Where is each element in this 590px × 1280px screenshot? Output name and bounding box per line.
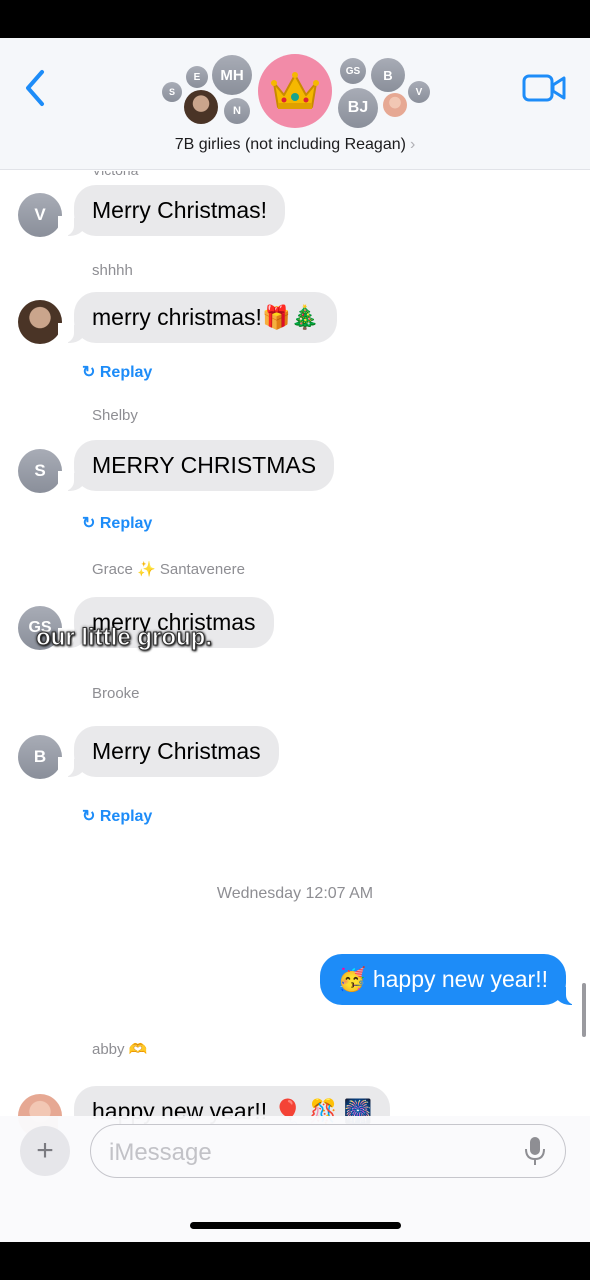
avatar-v: V [18, 193, 62, 237]
sender-name: abby 🫶 [92, 1041, 148, 1058]
member-avatar-e: E [186, 66, 208, 88]
chevron-left-icon[interactable] [20, 68, 50, 108]
message-text: 🥳 happy new year!! [337, 966, 548, 992]
timestamp: Wednesday 12:07 AM [216, 885, 374, 902]
replay-button[interactable]: ↻ Replay [82, 513, 152, 533]
chevron-right-icon: › [409, 136, 416, 153]
sender-name: shhhh [92, 262, 133, 279]
message-input-placeholder: iMessage [109, 1139, 212, 1166]
member-avatar-n: N [224, 98, 250, 124]
sender-name: Shelby [92, 407, 138, 424]
member-avatar-v: V [408, 81, 430, 103]
member-avatar-photo-2 [383, 93, 407, 117]
video-caption-overlay: our little group. [36, 624, 213, 652]
plus-button[interactable]: + [20, 1126, 70, 1176]
message-text: merry christmas!🎁🎄 [92, 304, 320, 330]
messages-screen: S E MH N GS B BJ V 7B girlies (not inclu… [0, 38, 590, 1242]
avatar-s: S [18, 449, 62, 493]
member-avatar-bj: BJ [338, 88, 378, 128]
replay-icon: ↻ [82, 515, 100, 532]
crown-icon [271, 72, 319, 109]
avatar-b: B [18, 735, 62, 779]
avatar-photo [18, 300, 62, 344]
sender-name: Grace ✨ Santavenere [92, 561, 245, 578]
member-avatar-gs: GS [340, 58, 366, 84]
replay-icon: ↻ [82, 808, 100, 825]
message-bubble[interactable]: merry christmas!🎁🎄 [58, 292, 338, 343]
conversation-header: S E MH N GS B BJ V 7B girlies (not inclu… [0, 38, 590, 170]
message-bubble[interactable]: Merry Christmas [58, 726, 279, 777]
message-bubble[interactable]: MERRY CHRISTMAS [58, 440, 335, 491]
scrollbar[interactable] [582, 983, 586, 1037]
replay-icon: ↻ [82, 364, 100, 381]
message-text: Merry Christmas [92, 738, 261, 764]
message-bubble[interactable]: Merry Christmas! [58, 185, 286, 236]
replay-button[interactable]: ↻ Replay [82, 362, 152, 382]
microphone-icon[interactable] [524, 1136, 546, 1166]
replay-button[interactable]: ↻ Replay [82, 806, 152, 826]
sender-name: Brooke [92, 685, 140, 702]
member-avatar-b: B [371, 58, 405, 92]
message-text: Merry Christmas! [92, 197, 268, 223]
group-name[interactable]: 7B girlies (not including Reagan) › [0, 136, 590, 154]
message-input[interactable]: iMessage [90, 1124, 566, 1178]
message-text: MERRY CHRISTMAS [92, 452, 317, 478]
composer-bar: + iMessage [0, 1116, 590, 1242]
member-avatar-photo [184, 90, 218, 124]
group-name-text: 7B girlies (not including Reagan) [174, 136, 406, 153]
home-indicator[interactable] [190, 1222, 401, 1229]
member-avatar-mh: MH [212, 55, 252, 95]
member-avatar-s: S [162, 82, 182, 102]
group-avatar[interactable] [258, 54, 332, 128]
video-camera-icon[interactable] [522, 73, 566, 103]
message-bubble-outgoing[interactable]: 🥳 happy new year!! [319, 954, 582, 1005]
